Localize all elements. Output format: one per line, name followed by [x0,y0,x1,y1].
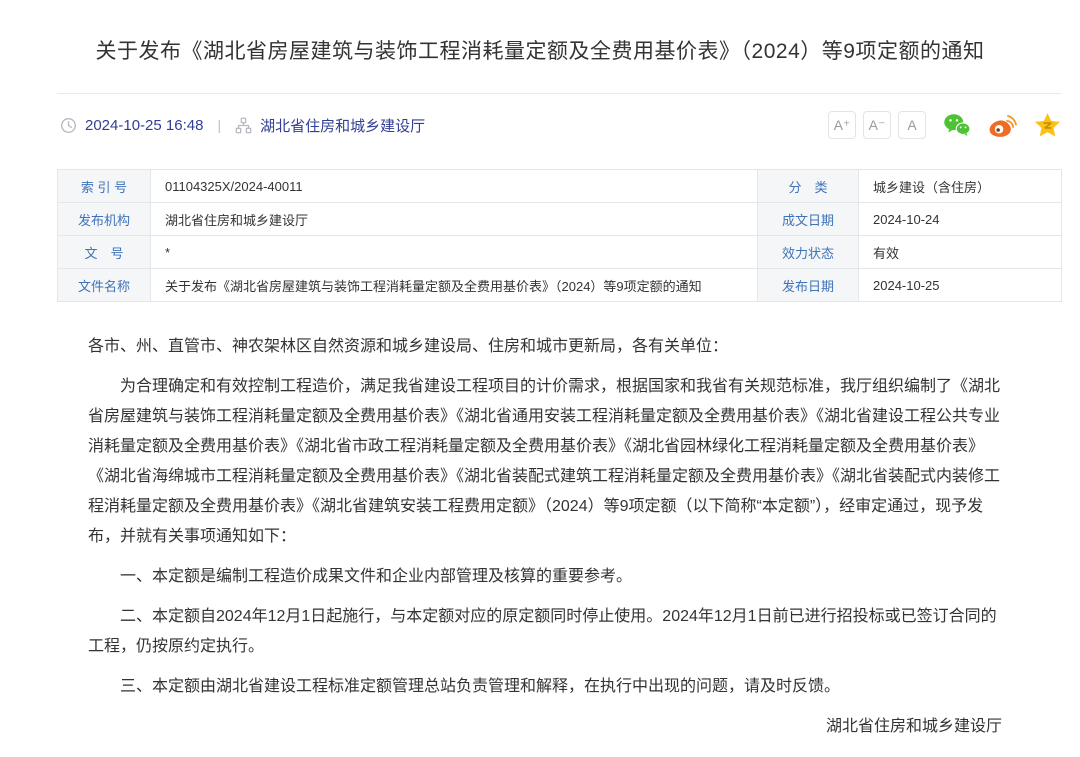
doc-number-value: * [151,236,758,269]
issuing-agency-value: 湖北省住房和城乡建设厅 [151,203,758,236]
table-row: 文 号 * 效力状态 有效 [58,236,1062,269]
body-paragraph-item-3: 三、本定额由湖北省建设工程标准定额管理总站负责管理和解释，在执行中出现的问题，请… [88,672,1002,702]
document-info-table: 索 引 号 01104325X/2024-40011 分 类 城乡建设（含住房）… [57,169,1062,302]
publish-date-label: 发布日期 [758,269,859,302]
validity-label: 效力状态 [758,236,859,269]
publish-datetime: 2024-10-25 16:48 [85,117,203,134]
category-value: 城乡建设（含住房） [859,170,1062,203]
source-agency: 湖北省住房和城乡建设厅 [260,115,425,136]
signature-agency: 湖北省住房和城乡建设厅 [88,712,1002,742]
table-row: 索 引 号 01104325X/2024-40011 分 类 城乡建设（含住房） [58,170,1062,203]
main-content: 2024-10-25 16:48 | 湖北省住房和城乡建设厅 A⁺ A⁻ A [57,93,1061,757]
page-title: 关于发布《湖北省房屋建筑与装饰工程消耗量定额及全费用基价表》（2024）等9项定… [0,38,1080,66]
index-number-value: 01104325X/2024-40011 [151,170,758,203]
qzone-share-icon[interactable] [1034,112,1061,138]
meta-bar: 2024-10-25 16:48 | 湖北省住房和城乡建设厅 A⁺ A⁻ A [57,107,1061,143]
signature-date: 2024年10月24日 [88,752,1002,757]
doc-name-label: 文件名称 [58,269,151,302]
notice-body: 各市、州、直管市、神农架林区自然资源和城乡建设局、住房和城市更新局，各有关单位：… [88,332,1002,757]
doc-name-value: 关于发布《湖北省房屋建筑与装饰工程消耗量定额及全费用基价表》（2024）等9项定… [151,269,758,302]
wechat-share-icon[interactable] [943,113,971,137]
category-label: 分 类 [758,170,859,203]
index-number-label: 索 引 号 [58,170,151,203]
body-paragraph-item-1: 一、本定额是编制工程造价成果文件和企业内部管理及核算的重要参考。 [88,562,1002,592]
salutation: 各市、州、直管市、神农架林区自然资源和城乡建设局、住房和城市更新局，各有关单位： [88,332,1002,362]
meta-right: A⁺ A⁻ A [821,111,1061,139]
notice-page: 关于发布《湖北省房屋建筑与装饰工程消耗量定额及全费用基价表》（2024）等9项定… [0,0,1080,757]
meta-left: 2024-10-25 16:48 | 湖北省住房和城乡建设厅 [57,115,425,136]
font-reset-button[interactable]: A [898,111,926,139]
written-date-label: 成文日期 [758,203,859,236]
title-divider [57,93,1061,94]
issuing-agency-label: 发布机构 [58,203,151,236]
title-section: 关于发布《湖北省房屋建筑与装饰工程消耗量定额及全费用基价表》（2024）等9项定… [0,0,1080,66]
body-paragraph-item-2: 二、本定额自2024年12月1日起施行，与本定额对应的原定额同时停止使用。202… [88,602,1002,662]
meta-separator: | [217,117,221,133]
validity-value: 有效 [859,236,1062,269]
written-date-value: 2024-10-24 [859,203,1062,236]
doc-number-label: 文 号 [58,236,151,269]
source-sitemap-icon [235,117,252,134]
font-decrease-button[interactable]: A⁻ [863,111,891,139]
table-row: 发布机构 湖北省住房和城乡建设厅 成文日期 2024-10-24 [58,203,1062,236]
clock-icon [60,117,77,134]
weibo-share-icon[interactable] [988,113,1017,138]
font-increase-button[interactable]: A⁺ [828,111,856,139]
table-row: 文件名称 关于发布《湖北省房屋建筑与装饰工程消耗量定额及全费用基价表》（2024… [58,269,1062,302]
body-paragraph: 为合理确定和有效控制工程造价，满足我省建设工程项目的计价需求，根据国家和我省有关… [88,372,1002,552]
publish-date-value: 2024-10-25 [859,269,1062,302]
